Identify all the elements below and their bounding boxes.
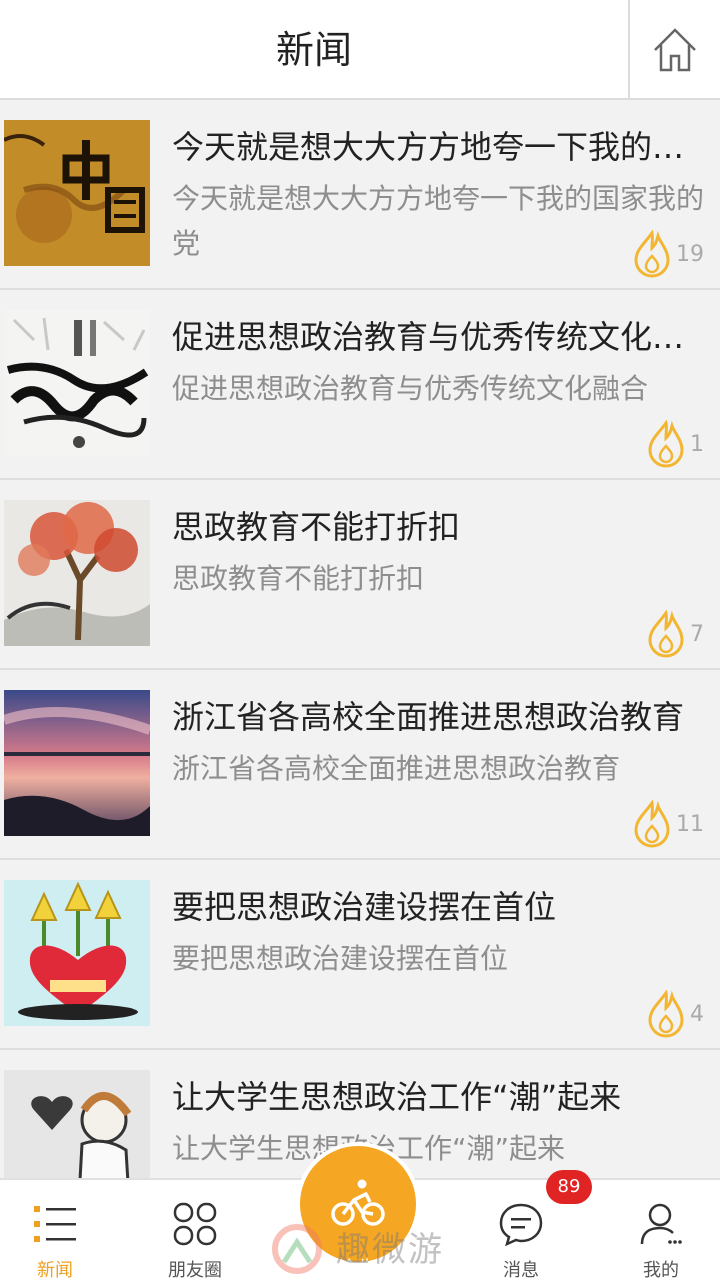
news-item[interactable]: 浙江省各高校全面推进思想政治教育 浙江省各高校全面推进思想政治教育 11 — [0, 670, 720, 860]
news-thumbnail — [4, 120, 150, 266]
news-title: 今天就是想大大方方地夸一下我的国家我的党 — [172, 128, 702, 166]
news-thumbnail — [4, 690, 150, 836]
tab-news[interactable]: 新闻 — [0, 1180, 110, 1280]
like-count: 1 — [690, 431, 704, 457]
news-title: 让大学生思想政治工作“潮”起来 — [172, 1078, 622, 1116]
news-thumbnail — [4, 880, 150, 1026]
news-item[interactable]: 思政教育不能打折扣 思政教育不能打折扣 7 — [0, 480, 720, 670]
news-summary: 促进思想政治教育与优秀传统文化融合 — [172, 372, 649, 405]
flame-icon — [634, 230, 670, 278]
chat-icon — [499, 1203, 543, 1246]
like-counter[interactable]: 11 — [632, 800, 704, 848]
tab-label: 我的 — [643, 1260, 679, 1280]
tab-label: 新闻 — [37, 1260, 73, 1280]
news-summary: 思政教育不能打折扣 — [172, 562, 425, 595]
list-icon — [34, 1206, 76, 1242]
like-counter[interactable]: 4 — [646, 990, 704, 1038]
like-counter[interactable]: 7 — [646, 610, 704, 658]
flame-icon — [634, 800, 670, 848]
flame-icon — [648, 990, 684, 1038]
like-count: 7 — [690, 621, 704, 647]
message-badge: 89 — [546, 1170, 592, 1204]
news-summary: 要把思想政治建设摆在首位 — [172, 942, 509, 975]
news-title: 促进思想政治教育与优秀传统文化融合 — [172, 318, 702, 356]
bicycle-icon — [331, 1179, 385, 1226]
like-counter[interactable]: 1 — [646, 420, 704, 468]
user-icon — [640, 1203, 682, 1245]
news-item[interactable]: 今天就是想大大方方地夸一下我的国家我的党 今天就是想大大方方地夸一下我的国家我的… — [0, 100, 720, 290]
news-summary: 今天就是想大大方方地夸一下我的国家我的党 — [172, 182, 705, 260]
tab-friends[interactable]: 朋友圈 — [140, 1180, 250, 1280]
center-activity-label: 课余生活 — [322, 1258, 394, 1279]
news-title: 要把思想政治建设摆在首位 — [172, 888, 557, 926]
home-icon — [654, 28, 696, 72]
like-count: 4 — [690, 1001, 704, 1027]
news-title: 思政教育不能打折扣 — [172, 508, 461, 546]
news-title: 浙江省各高校全面推进思想政治教育 — [172, 698, 685, 736]
flame-icon — [648, 610, 684, 658]
center-activity-button[interactable] — [296, 1142, 420, 1266]
news-list: 今天就是想大大方方地夸一下我的国家我的党 今天就是想大大方方地夸一下我的国家我的… — [0, 100, 720, 1178]
grid-icon — [173, 1202, 217, 1246]
news-thumbnail — [4, 1070, 150, 1178]
news-summary: 让大学生思想政治工作“潮”起来 — [172, 1126, 708, 1171]
tab-label: 朋友圈 — [168, 1260, 222, 1280]
like-count: 11 — [676, 811, 704, 837]
news-thumbnail — [4, 310, 150, 456]
page-title: 新闻 — [275, 28, 352, 72]
news-thumbnail — [4, 500, 150, 646]
news-item[interactable]: 促进思想政治教育与优秀传统文化融合 促进思想政治教育与优秀传统文化融合 1 — [0, 290, 720, 480]
like-count: 19 — [676, 241, 704, 267]
news-summary: 浙江省各高校全面推进思想政治教育 — [172, 752, 621, 785]
like-counter[interactable]: 19 — [632, 230, 704, 278]
tab-label: 消息 — [503, 1260, 539, 1280]
tab-mine[interactable]: 我的 — [606, 1180, 716, 1280]
home-button[interactable] — [628, 0, 720, 100]
header-bar: 新闻 — [0, 0, 720, 100]
flame-icon — [648, 420, 684, 468]
news-item[interactable]: 要把思想政治建设摆在首位 要把思想政治建设摆在首位 4 — [0, 860, 720, 1050]
